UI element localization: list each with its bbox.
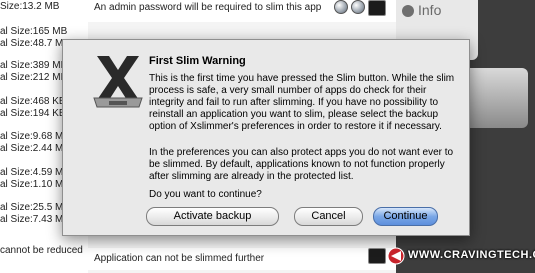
dialog-message: This is the first time you have pressed … bbox=[149, 73, 455, 132]
info-icon bbox=[402, 5, 414, 17]
size-item: al Size:212 MB bbox=[0, 72, 68, 83]
size-item: al Size:1.10 MB bbox=[0, 179, 71, 190]
size-item: al Size:194 KB bbox=[0, 108, 66, 119]
admin-password-note: An admin password will be required to sl… bbox=[94, 2, 322, 13]
size-item: al Size:2.44 MB bbox=[0, 143, 71, 154]
watermark: WWW.CRAVINGTECH.COM bbox=[387, 246, 535, 268]
gear-icon bbox=[334, 0, 348, 14]
dialog-message-preferences: In the preferences you can also protect … bbox=[149, 147, 454, 182]
status-gears bbox=[334, 0, 368, 19]
size-item: al Size:389 MB bbox=[0, 60, 68, 71]
app-icon[interactable] bbox=[368, 0, 386, 16]
dialog-title: First Slim Warning bbox=[149, 55, 246, 67]
dialog-question: Do you want to continue? bbox=[149, 189, 262, 200]
xslimmer-x-logo-icon bbox=[93, 56, 143, 108]
info-label: Info bbox=[418, 2, 442, 18]
size-item: al Size:25.5 MB bbox=[0, 202, 71, 213]
size-item: al Size:165 MB bbox=[0, 26, 68, 37]
size-item: al Size:4.59 MB bbox=[0, 167, 71, 178]
first-slim-warning-dialog: First Slim Warning This is the first tim… bbox=[62, 39, 470, 236]
cannot-slim-note: Application can not be slimmed further bbox=[94, 253, 265, 264]
watermark-text: WWW.CRAVINGTECH.COM bbox=[408, 249, 535, 261]
size-item: al Size:48.7 MB bbox=[0, 38, 71, 49]
cancel-button[interactable]: Cancel bbox=[294, 207, 363, 226]
size-item: al Size:468 KB bbox=[0, 96, 66, 107]
intel-app-icon[interactable] bbox=[368, 248, 386, 264]
gear-icon bbox=[351, 0, 365, 14]
size-item: al Size:7.43 MB bbox=[0, 214, 71, 225]
size-item: Size:13.2 MB bbox=[0, 1, 60, 12]
size-item: al Size:9.68 MB bbox=[0, 131, 71, 142]
cannot-reduce-label: cannot be reduced bbox=[0, 245, 83, 256]
cravingtech-logo-icon bbox=[387, 247, 405, 265]
activate-backup-button[interactable]: Activate backup bbox=[146, 207, 279, 226]
continue-button[interactable]: Continue bbox=[373, 207, 438, 226]
